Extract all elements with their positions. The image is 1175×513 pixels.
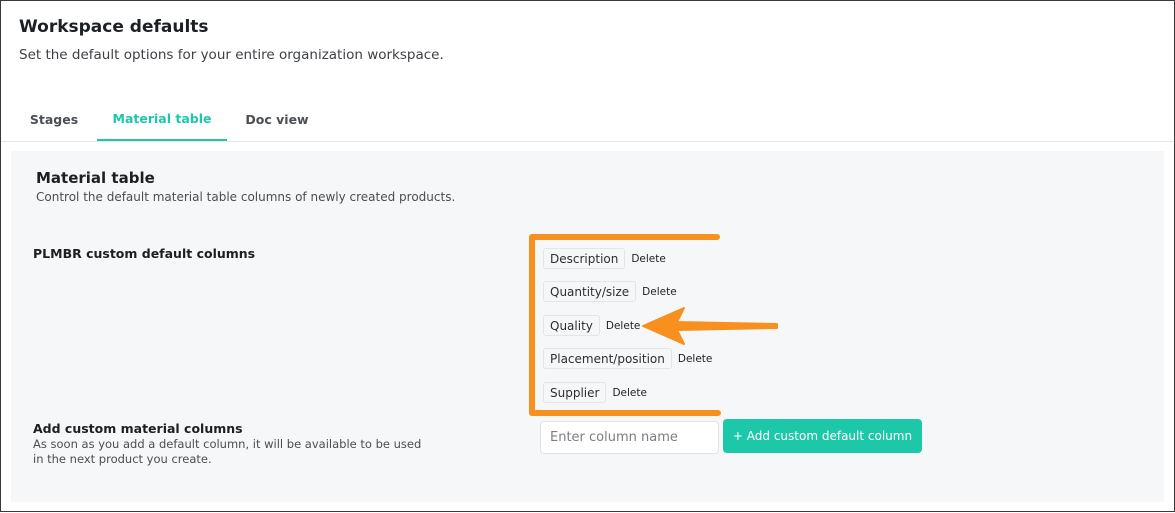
column-row-placement-position: Placement/position Delete xyxy=(543,348,712,369)
section-description: Control the default material table colum… xyxy=(36,190,456,204)
custom-columns-label: PLMBR custom default columns xyxy=(33,246,256,261)
column-row-description: Description Delete xyxy=(543,248,666,269)
column-chip: Supplier xyxy=(543,382,607,403)
column-name-input[interactable] xyxy=(540,421,719,454)
add-custom-column-button[interactable]: + Add custom default column xyxy=(723,419,922,453)
add-columns-description: As soon as you add a default column, it … xyxy=(33,437,422,466)
add-columns-label: Add custom material columns xyxy=(33,421,243,436)
column-row-supplier: Supplier Delete xyxy=(543,382,647,403)
material-table-panel: Material table Control the default mater… xyxy=(11,151,1164,502)
tab-stages[interactable]: Stages xyxy=(19,97,89,141)
page-subtitle: Set the default options for your entire … xyxy=(19,47,444,63)
column-row-quantity-size: Quantity/size Delete xyxy=(543,281,677,302)
delete-column-button[interactable]: Delete xyxy=(612,387,647,399)
column-chip: Description xyxy=(543,248,626,269)
delete-column-button[interactable]: Delete xyxy=(631,253,666,265)
column-chip: Quantity/size xyxy=(543,281,637,302)
tab-material-table[interactable]: Material table xyxy=(97,97,227,141)
tab-doc-view[interactable]: Doc view xyxy=(235,97,319,141)
delete-column-button[interactable]: Delete xyxy=(678,353,713,365)
delete-column-button[interactable]: Delete xyxy=(642,286,677,298)
column-chip: Placement/position xyxy=(543,348,672,369)
column-row-quality: Quality Delete xyxy=(543,315,640,336)
workspace-defaults-window: Workspace defaults Set the default optio… xyxy=(0,0,1175,512)
column-chip: Quality xyxy=(543,315,600,336)
tab-bar: Stages Material table Doc view xyxy=(1,97,1174,142)
page-title: Workspace defaults xyxy=(19,17,209,37)
delete-column-button[interactable]: Delete xyxy=(606,320,641,332)
section-title: Material table xyxy=(36,169,155,187)
